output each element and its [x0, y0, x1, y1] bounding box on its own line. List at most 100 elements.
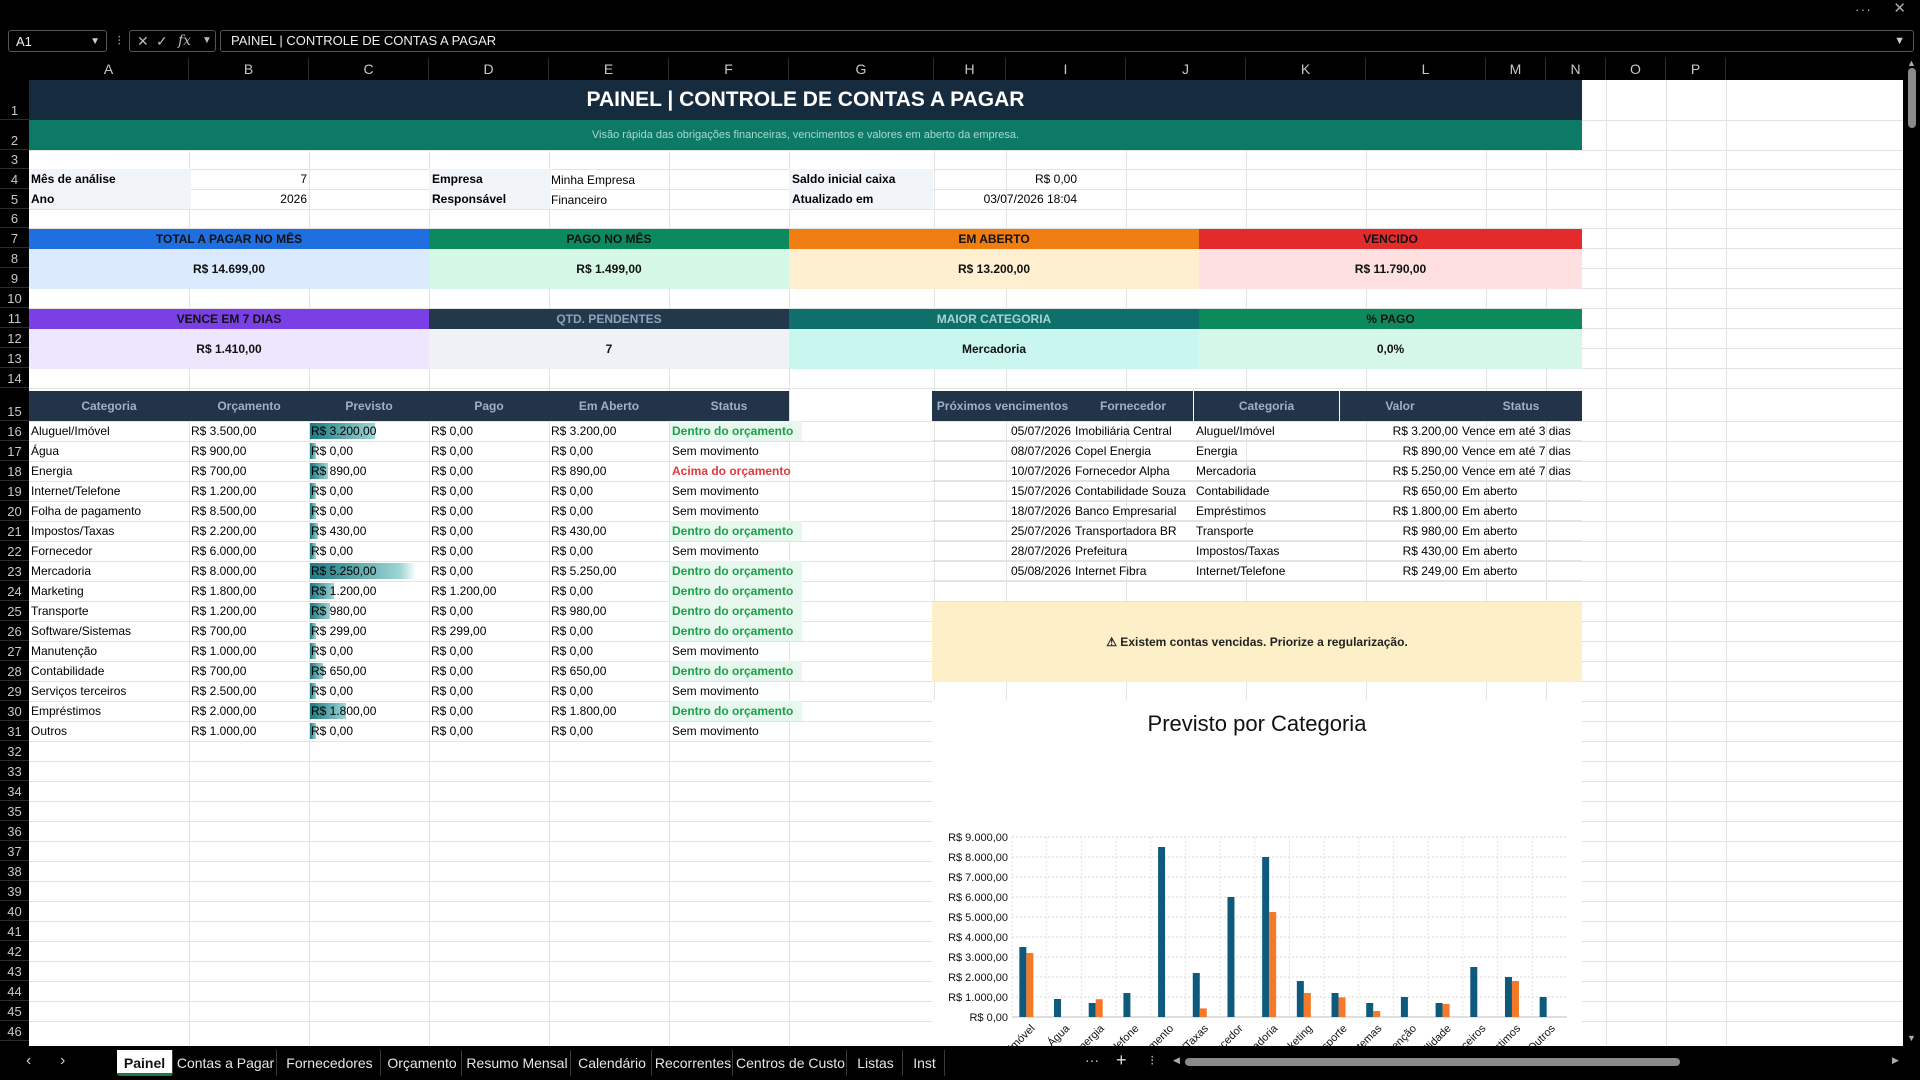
row-header[interactable]: 20	[0, 501, 29, 521]
row-header[interactable]: 18	[0, 461, 29, 481]
column-header[interactable]: F	[669, 58, 789, 80]
sheet-tab[interactable]: Centros de Custo	[735, 1050, 847, 1076]
table-row[interactable]: 05/07/2026 Imobiliária Central Aluguel/Imó…	[932, 421, 1582, 441]
table-row[interactable]: Internet/Telefone R$ 1.200,00 R$ 0,00 R$ 0,…	[29, 481, 829, 501]
table-row[interactable]: Mercadoria R$ 8.000,00 R$ 5.250,00 R$ 0,00 R…	[29, 561, 829, 581]
chevron-down-icon[interactable]: ▼	[1894, 31, 1905, 51]
table-row[interactable]: Outros R$ 1.000,00 R$ 0,00 R$ 0,00 R$ 0,00 Se…	[29, 721, 829, 741]
row-header[interactable]: 12	[0, 328, 29, 348]
sheet-tab[interactable]: Painel	[117, 1050, 173, 1076]
sheet-tab[interactable]: Listas	[849, 1050, 903, 1076]
kpi-header[interactable]: TOTAL A PAGAR NO MÊS	[29, 229, 429, 249]
table-row[interactable]: Software/Sistemas R$ 700,00 R$ 299,00 R$ 29…	[29, 621, 829, 641]
table-row[interactable]: Aluguel/Imóvel R$ 3.500,00 R$ 3.200,00 R$ 0…	[29, 421, 829, 441]
row-header[interactable]: 24	[0, 581, 29, 601]
vertical-scroll-thumb[interactable]	[1908, 68, 1916, 128]
row-header[interactable]: 34	[0, 781, 29, 801]
sheet-tab[interactable]: Fornecedores	[279, 1050, 381, 1076]
chevron-left-icon[interactable]: ‹	[26, 1052, 31, 1070]
column-header[interactable]: H	[934, 58, 1006, 80]
row-header[interactable]: 32	[0, 741, 29, 761]
kpi-value[interactable]: R$ 1.499,00	[429, 249, 789, 289]
row-header[interactable]: 28	[0, 661, 29, 681]
row-header[interactable]: 17	[0, 441, 29, 461]
row-header[interactable]: 4	[0, 169, 29, 189]
more-tabs-icon[interactable]: ···	[1085, 1052, 1099, 1068]
kpi-header[interactable]: QTD. PENDENTES	[429, 309, 789, 329]
column-header[interactable]: M	[1486, 58, 1546, 80]
row-header[interactable]: 7	[0, 228, 29, 248]
row-header[interactable]: 6	[0, 209, 29, 228]
scroll-up-icon[interactable]: ▲	[1907, 58, 1916, 68]
scroll-right-icon[interactable]: ▶	[1892, 1055, 1899, 1066]
table-row[interactable]: Marketing R$ 1.800,00 R$ 1.200,00 R$ 1.200,…	[29, 581, 829, 601]
column-header[interactable]: J	[1126, 58, 1246, 80]
row-header[interactable]: 42	[0, 941, 29, 961]
kpi-value[interactable]: R$ 13.200,00	[789, 249, 1199, 289]
table-row[interactable]: Folha de pagamento R$ 8.500,00 R$ 0,00 R$ 0…	[29, 501, 829, 521]
empresa-value[interactable]: Minha Empresa	[549, 170, 701, 190]
table-row[interactable]: Energia R$ 700,00 R$ 890,00 R$ 0,00 R$ 890,0…	[29, 461, 829, 481]
kpi-header[interactable]: % PAGO	[1199, 309, 1582, 329]
chart-container[interactable]: Previsto por Categoria R$ 0,00 R$ 1.000,0…	[932, 700, 1582, 1046]
table-row[interactable]: Manutenção R$ 1.000,00 R$ 0,00 R$ 0,00 R$ 0,…	[29, 641, 829, 661]
table-row[interactable]: 18/07/2026 Banco Empresarial Empréstimos R$…	[932, 501, 1582, 521]
row-header[interactable]: 39	[0, 881, 29, 901]
table-row[interactable]: 05/08/2026 Internet Fibra Internet/Telefon…	[932, 561, 1582, 581]
table-row[interactable]: 08/07/2026 Copel Energia Energia R$ 890,00 V…	[932, 441, 1582, 461]
atualizado-value[interactable]: 03/07/2026 18:04	[931, 189, 1079, 209]
kpi-header[interactable]: EM ABERTO	[789, 229, 1199, 249]
column-header[interactable]: N	[1546, 58, 1606, 80]
row-header[interactable]: 29	[0, 681, 29, 701]
kpi-value[interactable]: 7	[429, 329, 789, 369]
options-icon[interactable]: ⁝	[1150, 1052, 1154, 1069]
table-row[interactable]: Impostos/Taxas R$ 2.200,00 R$ 430,00 R$ 0,0…	[29, 521, 829, 541]
kpi-value[interactable]: R$ 11.790,00	[1199, 249, 1582, 289]
table-row[interactable]: Empréstimos R$ 2.000,00 R$ 1.800,00 R$ 0,00…	[29, 701, 829, 721]
row-header[interactable]: 10	[0, 288, 29, 308]
column-header[interactable]: K	[1246, 58, 1366, 80]
vertical-scrollbar[interactable]: ▲ ▼	[1903, 58, 1920, 1046]
kpi-header[interactable]: PAGO NO MÊS	[429, 229, 789, 249]
table-row[interactable]: 28/07/2026 Prefeitura Impostos/Taxas R$ 430…	[932, 541, 1582, 561]
scroll-down-icon[interactable]: ▼	[1907, 1033, 1916, 1043]
row-header[interactable]: 11	[0, 308, 29, 328]
horizontal-scroll-thumb[interactable]	[1185, 1058, 1680, 1066]
options-icon[interactable]: ⁝	[117, 32, 121, 49]
saldo-value[interactable]: R$ 0,00	[931, 169, 1079, 189]
close-icon[interactable]: ✕	[1893, 0, 1906, 18]
row-header[interactable]: 31	[0, 721, 29, 741]
row-header[interactable]: 35	[0, 801, 29, 821]
row-header[interactable]: 22	[0, 541, 29, 561]
column-header[interactable]: E	[549, 58, 669, 80]
fx-icon[interactable]: fx	[178, 31, 191, 51]
row-header[interactable]: 41	[0, 921, 29, 941]
column-header[interactable]: L	[1366, 58, 1486, 80]
chevron-right-icon[interactable]: ›	[60, 1052, 65, 1070]
row-header[interactable]: 36	[0, 821, 29, 841]
chevron-down-icon[interactable]: ▼	[202, 31, 212, 51]
dashboard-subtitle-cell[interactable]: Visão rápida das obrigações financeiras,…	[29, 120, 1582, 150]
row-header[interactable]: 14	[0, 368, 29, 388]
responsavel-value[interactable]: Financeiro	[549, 190, 701, 210]
sheet-tab[interactable]: Contas a Pagar	[175, 1050, 277, 1076]
row-header[interactable]: 33	[0, 761, 29, 781]
row-header[interactable]: 45	[0, 1001, 29, 1021]
more-horizontal-icon[interactable]: ···	[1855, 0, 1872, 18]
column-header[interactable]: A	[29, 58, 189, 80]
formula-input[interactable]: PAINEL | CONTROLE DE CONTAS A PAGAR ▼	[220, 30, 1914, 52]
row-header[interactable]: 16	[0, 421, 29, 441]
confirm-icon[interactable]: ✓	[156, 31, 168, 51]
row-header[interactable]: 38	[0, 861, 29, 881]
kpi-value[interactable]: R$ 1.410,00	[29, 329, 429, 369]
row-header[interactable]: 46	[0, 1021, 29, 1041]
row-header[interactable]: 44	[0, 981, 29, 1001]
kpi-header[interactable]: VENCIDO	[1199, 229, 1582, 249]
row-header[interactable]: 9	[0, 268, 29, 288]
table-row[interactable]: Contabilidade R$ 700,00 R$ 650,00 R$ 0,00 R$…	[29, 661, 829, 681]
table-row[interactable]: Água R$ 900,00 R$ 0,00 R$ 0,00 R$ 0,00 Sem mo…	[29, 441, 829, 461]
row-header[interactable]: 13	[0, 348, 29, 368]
row-header[interactable]: 15	[0, 388, 29, 421]
table-row[interactable]: Transporte R$ 1.200,00 R$ 980,00 R$ 0,00 R$ …	[29, 601, 829, 621]
row-header[interactable]: 3	[0, 150, 29, 169]
